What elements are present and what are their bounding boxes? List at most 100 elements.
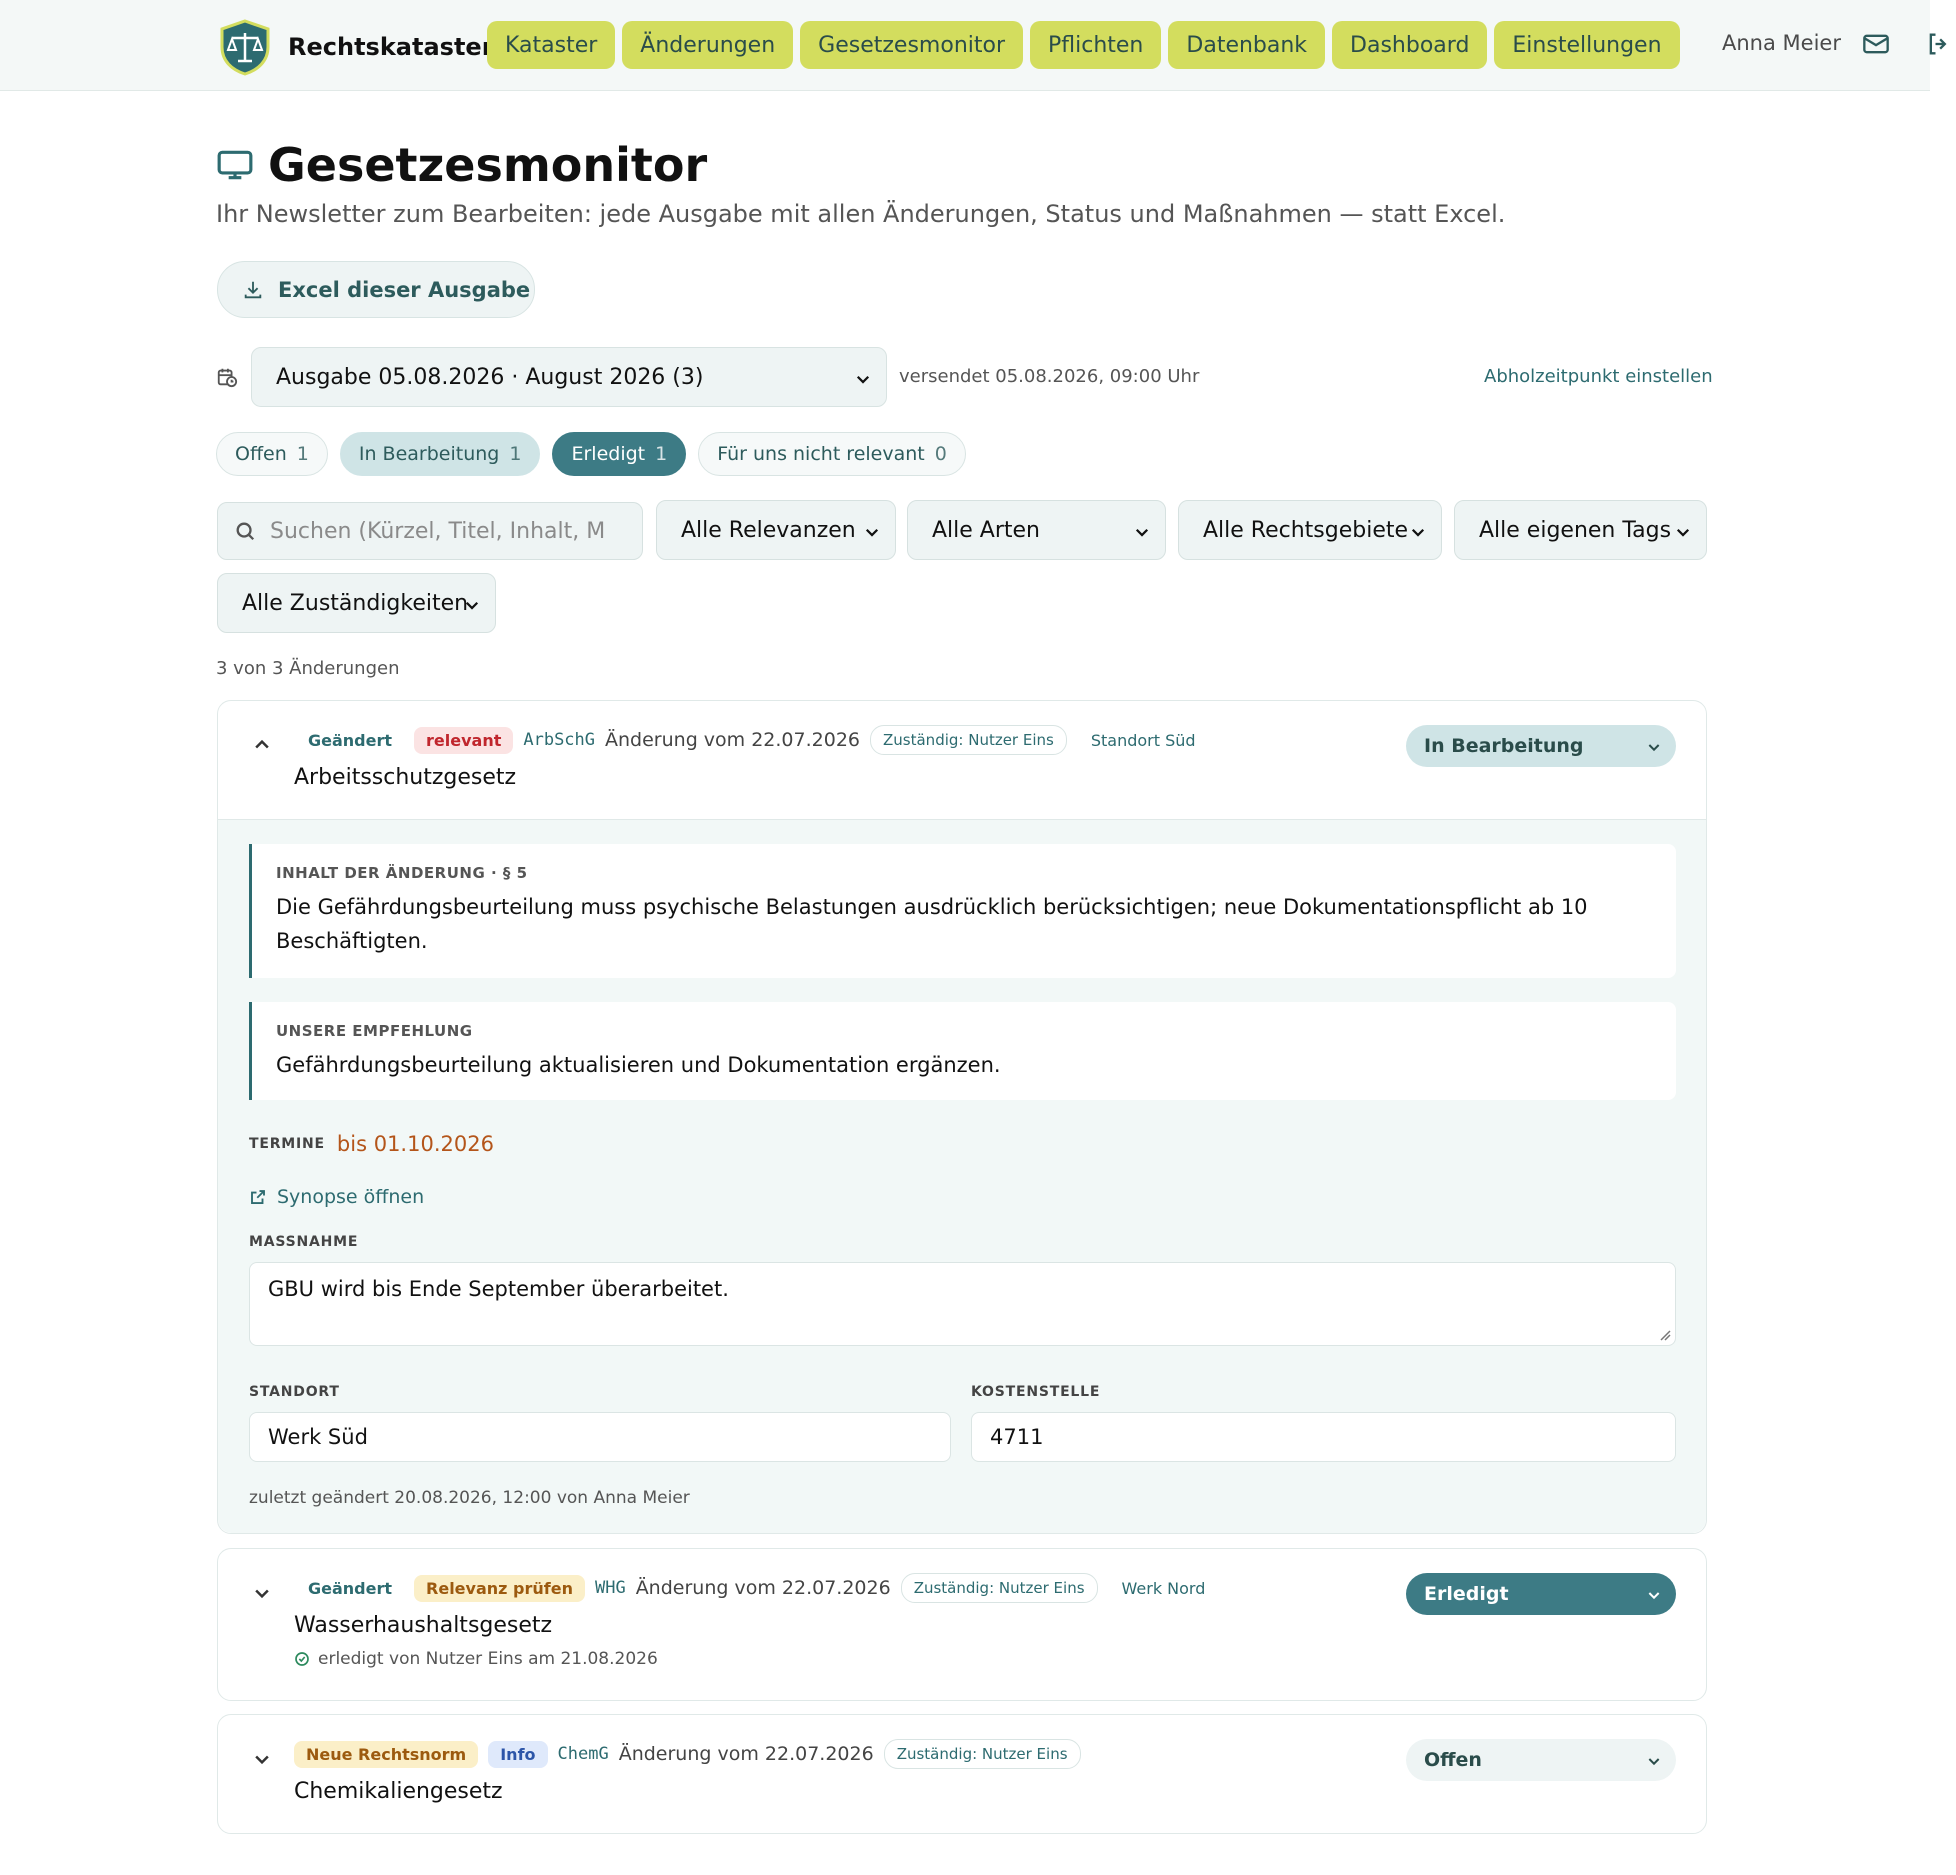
site-label: Werk Nord [1121,1578,1206,1598]
chevron-up-icon[interactable] [252,735,272,755]
change-date: Änderung vom 22.07.2026 [618,1743,874,1765]
relevance-badge: relevant [414,726,514,754]
recommendation-text: Gefährdungsbeurteilung aktualisieren und… [276,1053,1001,1077]
change-card-header[interactable]: Geändert Relevanz prüfen WHG Änderung vo… [218,1549,1706,1669]
shield-scales-logo [220,19,270,76]
law-title: Chemikaliengesetz [294,1779,503,1804]
status-value: Erledigt [1424,1583,1509,1605]
change-date: Änderung vom 22.07.2026 [635,1577,891,1599]
pill-label: Erledigt [571,443,646,465]
pill-count: 1 [655,443,668,465]
monitor-icon [217,150,253,180]
status-select[interactable]: Erledigt [1406,1573,1676,1615]
main-nav: Kataster Änderungen Gesetzesmonitor Pfli… [487,21,1680,69]
own-tags-filter[interactable]: Alle eigenen Tags [1454,500,1707,560]
chevron-down-icon[interactable] [252,1583,272,1603]
site-input[interactable]: Werk Süd [249,1412,951,1462]
change-card-header[interactable]: Geändert relevant ArbSchG Änderung vom 2… [218,701,1706,819]
change-kind-tag: Neue Rechtsnorm [294,1740,479,1768]
search-input[interactable] [268,517,608,545]
law-code: ChemG [557,1744,609,1764]
nav-kataster[interactable]: Kataster [487,21,616,69]
status-select[interactable]: In Bearbeitung [1406,725,1676,767]
change-card-details: INHALT DER ÄNDERUNG · § 5 Die Gefährdung… [218,819,1706,1533]
pill-erledigt[interactable]: Erledigt 1 [552,432,687,476]
status-select[interactable]: Offen [1406,1739,1676,1781]
law-code: ArbSchG [523,730,596,750]
relevance-filter-value: Alle Relevanzen [681,517,856,543]
change-tags: Neue Rechtsnorm Info ChemG Änderung vom … [294,1739,1081,1769]
nav-aenderungen[interactable]: Änderungen [622,21,794,69]
synopse-label: Synopse öffnen [277,1186,425,1208]
nav-pflichten[interactable]: Pflichten [1030,21,1162,69]
result-count: 3 von 3 Änderungen [216,658,400,679]
page-title: Gesetzesmonitor [268,138,708,192]
chevron-down-icon[interactable] [252,1749,272,1769]
law-code: WHG [594,1578,626,1598]
search-box [217,502,643,560]
site-label: Standort Süd [1090,730,1196,750]
calendar-clock-icon [217,368,238,388]
measure-label: MASSNAHME [249,1234,359,1250]
change-date: Änderung vom 22.07.2026 [605,729,861,751]
law-title: Arbeitsschutzgesetz [294,765,517,790]
type-filter-value: Alle Arten [932,517,1041,543]
change-tags: Geändert relevant ArbSchG Änderung vom 2… [296,725,1196,755]
synopse-link[interactable]: Synopse öffnen [249,1186,424,1208]
user-name[interactable]: Anna Meier [1722,31,1841,55]
status-value: Offen [1424,1749,1482,1771]
change-content-label: INHALT DER ÄNDERUNG · § 5 [276,864,528,882]
logout-icon[interactable] [1925,30,1953,58]
pickup-time-link[interactable]: Abholzeitpunkt einstellen [1484,366,1713,387]
measure-textarea[interactable]: GBU wird bis Ende September überarbeitet… [249,1262,1676,1346]
brand[interactable]: Rechtskataster [216,18,494,76]
change-content-box: INHALT DER ÄNDERUNG · § 5 Die Gefährdung… [249,844,1676,978]
nav-dashboard[interactable]: Dashboard [1332,21,1488,69]
owner-badge: Zuständig: Nutzer Eins [900,1573,1098,1603]
change-card: Neue Rechtsnorm Info ChemG Änderung vom … [217,1714,1707,1834]
page-header: Gesetzesmonitor [216,138,707,192]
law-area-filter-value: Alle Rechtsgebiete [1203,517,1409,543]
pill-in-bearbeitung[interactable]: In Bearbeitung 1 [339,432,541,476]
owner-badge: Zuständig: Nutzer Eins [883,1739,1081,1769]
done-note-text: erledigt von Nutzer Eins am 21.08.2026 [318,1649,658,1669]
last-modified: zuletzt geändert 20.08.2026, 12:00 von A… [249,1488,690,1508]
pill-label: In Bearbeitung [358,443,500,465]
brand-name: Rechtskataster [288,33,494,61]
pill-count: 1 [296,443,309,465]
chevron-down-icon [1676,528,1690,537]
done-note: erledigt von Nutzer Eins am 21.08.2026 [294,1649,658,1669]
top-navigation: Rechtskataster Kataster Änderungen Geset… [0,0,1947,91]
pill-label: Für uns nicht relevant [717,443,925,465]
chevron-down-icon [1648,744,1660,752]
responsibility-filter[interactable]: Alle Zuständigkeiten [217,573,496,633]
pill-nicht-relevant[interactable]: Für uns nicht relevant 0 [698,432,966,476]
nav-einstellungen[interactable]: Einstellungen [1494,21,1680,69]
change-card: Geändert relevant ArbSchG Änderung vom 2… [217,700,1707,1534]
owner-badge: Zuständig: Nutzer Eins [870,725,1067,755]
cost-center-input[interactable]: 4711 [971,1412,1676,1462]
check-circle-icon [295,1652,309,1666]
excel-export-button[interactable]: Excel dieser Ausgabe [217,261,535,318]
excel-export-label: Excel dieser Ausgabe [278,277,531,302]
issue-select[interactable]: Ausgabe 05.08.2026 · August 2026 (3) [251,347,887,407]
mail-icon[interactable] [1862,30,1890,58]
responsibility-filter-value: Alle Zuständigkeiten [242,590,469,616]
pill-offen[interactable]: Offen 1 [216,432,328,476]
recommendation-label: UNSERE EMPFEHLUNG [276,1022,473,1040]
pill-count: 0 [934,443,947,465]
resize-handle-icon[interactable] [1659,1329,1671,1341]
change-card-header[interactable]: Neue Rechtsnorm Info ChemG Änderung vom … [218,1715,1706,1833]
download-icon [244,281,262,298]
deadline-value: bis 01.10.2026 [336,1132,494,1156]
chevron-down-icon [1648,1758,1660,1766]
change-card: Geändert Relevanz prüfen WHG Änderung vo… [217,1548,1707,1701]
pill-label: Offen [235,443,287,465]
nav-gesetzesmonitor[interactable]: Gesetzesmonitor [800,21,1023,69]
cost-center-label: KOSTENSTELLE [971,1384,1101,1400]
status-value: In Bearbeitung [1424,735,1584,757]
type-filter[interactable]: Alle Arten [907,500,1166,560]
law-area-filter[interactable]: Alle Rechtsgebiete [1178,500,1442,560]
relevance-filter[interactable]: Alle Relevanzen [656,500,896,560]
nav-datenbank[interactable]: Datenbank [1168,21,1326,69]
